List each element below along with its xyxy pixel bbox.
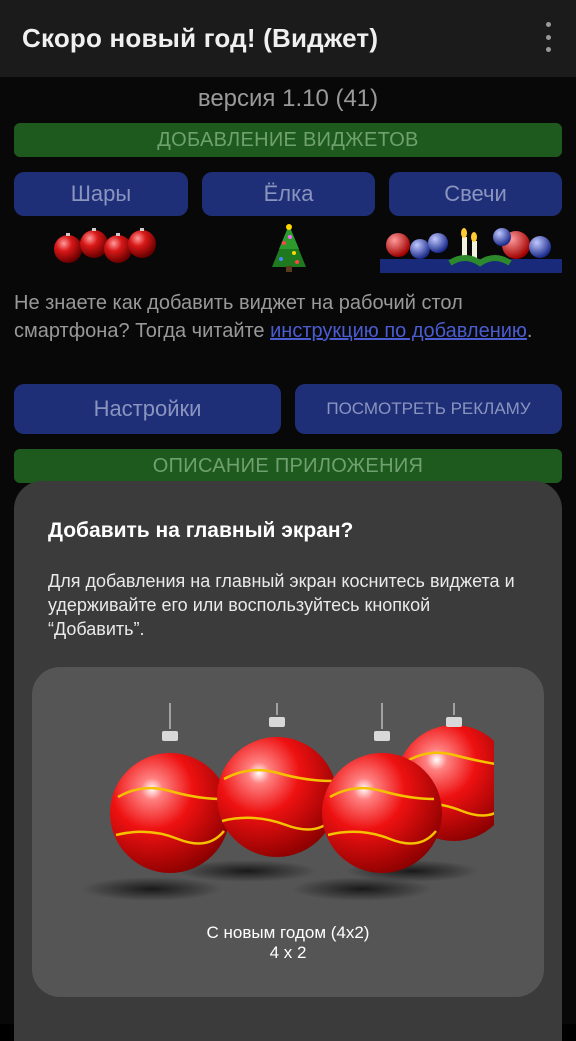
widget-tree-button[interactable]: Ёлка	[202, 172, 375, 216]
widget-caption: С новым годом (4x2) 4 x 2	[32, 923, 544, 963]
instruction-link[interactable]: инструкцию по добавлению	[270, 320, 527, 342]
dialog-body: Для добавления на главный экран коснитес…	[48, 571, 515, 639]
widget-size: 4 x 2	[269, 943, 307, 962]
widget-name: С новым годом (4x2)	[206, 923, 370, 942]
settings-button[interactable]: Настройки	[14, 384, 281, 434]
tree-preview-image	[272, 224, 306, 272]
help-text-end: .	[526, 320, 533, 342]
balls-widget-image	[82, 703, 494, 901]
version-label: версия 1.10 (41)	[197, 85, 379, 112]
app-bar: Скоро новый год! (Виджет)	[0, 0, 576, 77]
app-title: Скоро новый год! (Виджет)	[22, 23, 379, 53]
candles-preview-image	[380, 228, 562, 273]
help-text: Не знаете как добавить виджет на рабочий…	[14, 289, 554, 345]
widget-preview-card[interactable]: С новым годом (4x2) 4 x 2	[32, 667, 544, 997]
balls-preview-image	[54, 228, 156, 263]
more-vert-icon[interactable]	[538, 22, 558, 52]
widget-balls-button[interactable]: Шары	[14, 172, 188, 216]
add-to-home-sheet: Добавить на главный экран? Для добавлени…	[14, 481, 562, 1041]
watch-ad-button[interactable]: ПОСМОТРЕТЬ РЕКЛАМУ	[295, 384, 562, 434]
widget-candles-button[interactable]: Свечи	[389, 172, 562, 216]
section-description[interactable]: ОПИСАНИЕ ПРИЛОЖЕНИЯ	[14, 449, 562, 483]
section-add-widgets[interactable]: ДОБАВЛЕНИЕ ВИДЖЕТОВ	[14, 123, 562, 157]
dialog-title: Добавить на главный экран?	[48, 519, 354, 542]
